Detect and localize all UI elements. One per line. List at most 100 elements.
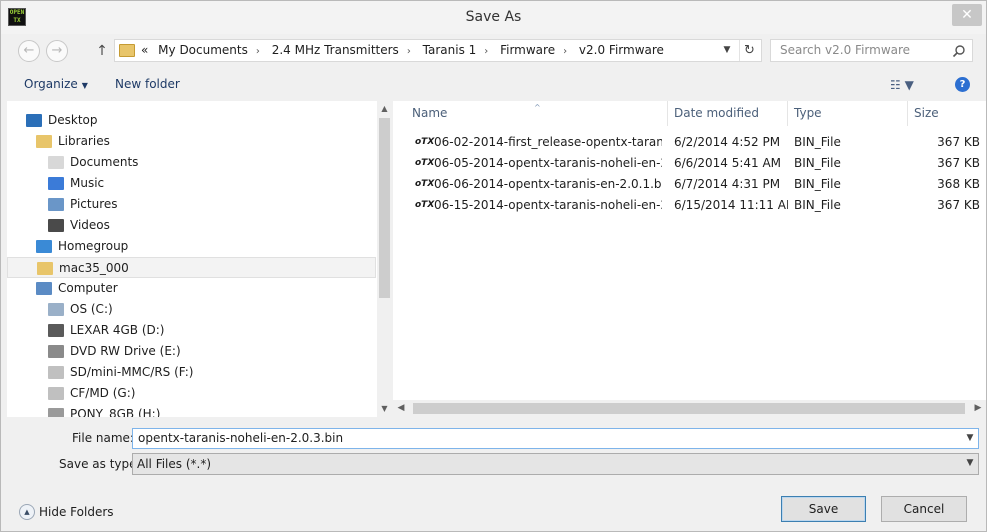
scrollbar-thumb[interactable]: [379, 118, 390, 298]
breadcrumb-overflow[interactable]: «: [141, 43, 148, 57]
refresh-icon: ↻: [744, 43, 755, 58]
sidebar-item-homegroup[interactable]: Homegroup: [7, 236, 376, 257]
back-button[interactable]: ←: [18, 40, 40, 62]
close-button[interactable]: ✕: [952, 4, 982, 26]
nav-vertical-scrollbar[interactable]: ▲ ▼: [377, 101, 392, 417]
file-row[interactable]: ᴏTX 06-06-2014-opentx-taranis-en-2.0.1.bi…: [393, 174, 986, 195]
sidebar-item-pictures[interactable]: Pictures: [7, 194, 376, 215]
scroll-up-icon[interactable]: ▲: [377, 101, 392, 117]
libraries-icon: [36, 135, 52, 148]
sidebar-item-sd-mini-mmc-rs-f[interactable]: SD/mini-MMC/RS (F:): [7, 362, 376, 383]
sidebar-item-label: LEXAR 4GB (D:): [70, 323, 165, 337]
title-bar: OPEN TX Save As ✕: [1, 1, 986, 34]
sidebar-item-os-c[interactable]: OS (C:): [7, 299, 376, 320]
file-date-cell: 6/7/2014 4:31 PM: [674, 177, 781, 191]
file-horizontal-scrollbar[interactable]: ◀ ▶: [393, 400, 986, 417]
music-icon: [48, 177, 64, 190]
file-size-cell: 367 KB: [937, 156, 980, 170]
bin-file-icon: ᴏTX: [415, 200, 435, 210]
breadcrumb-firmware[interactable]: Firmware: [500, 43, 555, 57]
chevron-down-icon[interactable]: ▼: [962, 454, 978, 473]
sidebar-item-music[interactable]: Music: [7, 173, 376, 194]
card-drive-icon: [48, 366, 64, 379]
search-input[interactable]: Search v2.0 Firmware: [780, 40, 910, 61]
forward-button[interactable]: →: [46, 40, 68, 62]
breadcrumb-transmitters[interactable]: 2.4 MHz Transmitters: [272, 43, 399, 57]
sidebar-item-label: DVD RW Drive (E:): [70, 344, 181, 358]
breadcrumb: « My Documents › 2.4 MHz Transmitters › Ta…: [141, 40, 664, 61]
scroll-down-icon[interactable]: ▼: [377, 401, 392, 417]
file-name-cell: 06-15-2014-opentx-taranis-noheli-en-2.0.…: [434, 198, 662, 212]
sidebar-item-documents[interactable]: Documents: [7, 152, 376, 173]
breadcrumb-separator-icon[interactable]: ›: [256, 46, 260, 57]
file-name-label: File name:: [72, 431, 134, 445]
chevron-down-icon: ▼: [723, 45, 731, 55]
cancel-button[interactable]: Cancel: [881, 496, 967, 522]
forward-arrow-icon: →: [51, 43, 63, 58]
save-button[interactable]: Save: [781, 496, 866, 522]
sidebar-item-libraries[interactable]: Libraries: [7, 131, 376, 152]
file-row[interactable]: ᴏTX06-05-2014-opentx-taranis-noheli-en-2…: [393, 153, 986, 174]
file-row[interactable]: ᴏTX 06-02-2014-first_release-opentx-taran…: [393, 132, 986, 153]
file-size-cell: 367 KB: [937, 135, 980, 149]
save-as-dialog: OPEN TX Save As ✕ ← → ↑ « My Documents › …: [0, 0, 987, 532]
column-header-type[interactable]: Type: [788, 101, 908, 126]
column-header-date-modified[interactable]: Date modified: [668, 101, 788, 126]
file-name-field[interactable]: opentx-taranis-noheli-en-2.0.3.bin ▼: [132, 428, 979, 449]
breadcrumb-taranis[interactable]: Taranis 1: [423, 43, 477, 57]
sidebar-item-lexar-4gb-d[interactable]: LEXAR 4GB (D:): [7, 320, 376, 341]
new-folder-button[interactable]: New folder: [115, 77, 180, 91]
scroll-left-icon[interactable]: ◀: [393, 400, 409, 417]
column-header-size[interactable]: Size: [908, 101, 986, 126]
back-arrow-icon: ←: [23, 43, 35, 58]
search-icon[interactable]: [952, 44, 966, 58]
file-name-cell: 06-06-2014-opentx-taranis-en-2.0.1.bin: [434, 177, 662, 191]
search-box[interactable]: Search v2.0 Firmware: [770, 39, 973, 62]
address-dropdown-button[interactable]: ▼: [719, 40, 735, 61]
file-name-input[interactable]: opentx-taranis-noheli-en-2.0.3.bin: [138, 429, 343, 448]
up-button[interactable]: ↑: [94, 41, 110, 61]
help-icon: ?: [959, 79, 966, 90]
breadcrumb-separator-icon[interactable]: ›: [407, 46, 411, 57]
computer-icon: [36, 282, 52, 295]
breadcrumb-v2-firmware[interactable]: v2.0 Firmware: [579, 43, 664, 57]
sidebar-item-dvd-rw-drive-e[interactable]: DVD RW Drive (E:): [7, 341, 376, 362]
view-options-icon: ☷ ▼: [890, 78, 914, 92]
bin-file-icon: ᴏTX: [415, 137, 435, 147]
scroll-right-icon[interactable]: ▶: [970, 400, 986, 417]
save-as-type-label: Save as type:: [59, 457, 141, 471]
dvd-drive-icon: [48, 345, 64, 358]
sort-ascending-icon: ^: [534, 103, 541, 112]
command-bar: Organize ▼ New folder ☷ ▼ ?: [1, 68, 986, 101]
sidebar-item-label: CF/MD (G:): [70, 386, 136, 400]
sidebar-item-cf-md-g[interactable]: CF/MD (G:): [7, 383, 376, 404]
sidebar-item-desktop[interactable]: Desktop: [7, 110, 376, 131]
change-view-button[interactable]: ☷ ▼: [890, 78, 926, 92]
refresh-button[interactable]: ↻: [739, 40, 759, 61]
file-row[interactable]: ᴏTX06-15-2014-opentx-taranis-noheli-en-2…: [393, 195, 986, 216]
sidebar-item-computer[interactable]: Computer: [7, 278, 376, 299]
sidebar-item-label: Videos: [70, 218, 110, 232]
sidebar-item-pony-8gb-h[interactable]: PONY_8GB (H:): [7, 404, 376, 417]
breadcrumb-separator-icon[interactable]: ›: [484, 46, 488, 57]
organize-label: Organize: [24, 77, 78, 91]
breadcrumb-my-documents[interactable]: My Documents: [158, 43, 248, 57]
sidebar-item-label: mac35_000: [59, 261, 129, 275]
save-as-type-select[interactable]: All Files (*.*) ▼: [132, 453, 979, 475]
close-icon: ✕: [961, 7, 973, 23]
scrollbar-thumb[interactable]: [413, 403, 965, 414]
address-bar[interactable]: « My Documents › 2.4 MHz Transmitters › Ta…: [114, 39, 762, 62]
sidebar-item-mac35-000[interactable]: mac35_000: [7, 257, 376, 278]
chevron-down-icon[interactable]: ▼: [962, 429, 978, 448]
file-type-cell: BIN_File: [794, 156, 841, 170]
drive-c-icon: [48, 303, 64, 316]
help-button[interactable]: ?: [955, 77, 970, 92]
sidebar-item-label: Music: [70, 176, 105, 190]
column-header-name[interactable]: Name ^: [393, 101, 668, 126]
sidebar-item-videos[interactable]: Videos: [7, 215, 376, 236]
organize-button[interactable]: Organize ▼: [24, 77, 88, 91]
folder-tree: Desktop Libraries Documents Music Pictures Vi…: [7, 101, 376, 417]
breadcrumb-separator-icon[interactable]: ›: [563, 46, 567, 57]
sidebar-item-label: OS (C:): [70, 302, 113, 316]
usb-drive-icon: [48, 408, 64, 417]
